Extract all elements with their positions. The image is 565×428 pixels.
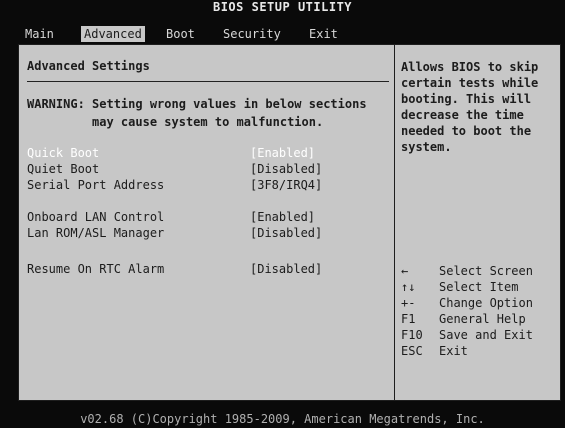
setting-value[interactable]: [Disabled] bbox=[250, 225, 322, 241]
key-desc: Select Screen bbox=[439, 264, 533, 278]
tab-exit[interactable]: Exit bbox=[306, 26, 341, 42]
tab-advanced[interactable]: Advanced bbox=[81, 26, 145, 42]
setting-lan-rom-asl-manager[interactable]: Lan ROM/ASL Manager [Disabled] bbox=[27, 225, 327, 241]
setting-value[interactable]: [3F8/IRQ4] bbox=[250, 177, 322, 193]
key-f1: F1 bbox=[401, 312, 416, 326]
tab-main[interactable]: Main bbox=[22, 26, 57, 42]
copyright-footer: v02.68 (C)Copyright 1985-2009, American … bbox=[0, 410, 565, 428]
setting-value[interactable]: [Disabled] bbox=[250, 261, 322, 277]
help-text: Allows BIOS to skip certain tests while … bbox=[401, 60, 539, 154]
warning-line-1: WARNING: Setting wrong values in below s… bbox=[27, 97, 367, 111]
section-heading: Advanced Settings bbox=[27, 59, 150, 73]
tab-boot[interactable]: Boot bbox=[163, 26, 198, 42]
setting-label: Lan ROM/ASL Manager bbox=[27, 226, 165, 240]
key-left-arrow-icon: ← bbox=[401, 264, 409, 278]
setting-label: Quiet Boot bbox=[27, 162, 100, 176]
setting-value[interactable]: [Enabled] bbox=[250, 145, 315, 161]
key-desc: Save and Exit bbox=[439, 328, 533, 342]
key-up-down-arrows-icon: ↑↓ bbox=[401, 280, 416, 294]
warning-text: WARNING: Setting wrong values in below s… bbox=[27, 95, 367, 131]
setting-serial-port-address[interactable]: Serial Port Address [3F8/IRQ4] bbox=[27, 177, 327, 193]
key-desc: Change Option bbox=[439, 296, 533, 310]
key-desc: Exit bbox=[439, 344, 468, 358]
heading-rule bbox=[27, 81, 389, 82]
warning-line-2: may cause system to malfunction. bbox=[27, 115, 324, 129]
key-plus-minus-icon: +- bbox=[401, 296, 416, 310]
setting-quick-boot[interactable]: Quick Boot [Enabled] bbox=[27, 145, 327, 161]
key-desc: Select Item bbox=[439, 280, 519, 294]
setting-value[interactable]: [Enabled] bbox=[250, 209, 315, 225]
window-title: BIOS SETUP UTILITY bbox=[0, 0, 565, 14]
key-desc: General Help bbox=[439, 312, 526, 326]
menu-bar: Main Advanced Boot Security Exit bbox=[0, 14, 565, 44]
setting-value[interactable]: [Disabled] bbox=[250, 161, 322, 177]
panel-divider bbox=[394, 45, 395, 400]
setting-resume-on-rtc-alarm[interactable]: Resume On RTC Alarm [Disabled] bbox=[27, 261, 327, 277]
settings-panel: Advanced Settings WARNING: Setting wrong… bbox=[18, 44, 561, 401]
setting-label: Resume On RTC Alarm bbox=[27, 262, 165, 276]
tab-security[interactable]: Security bbox=[220, 26, 284, 42]
setting-label: Serial Port Address bbox=[27, 178, 165, 192]
setting-quiet-boot[interactable]: Quiet Boot [Disabled] bbox=[27, 161, 327, 177]
key-esc: ESC bbox=[401, 344, 423, 358]
setting-label: Onboard LAN Control bbox=[27, 210, 165, 224]
setting-onboard-lan-control[interactable]: Onboard LAN Control [Enabled] bbox=[27, 209, 327, 225]
key-f10: F10 bbox=[401, 328, 423, 342]
setting-label: Quick Boot bbox=[27, 146, 100, 160]
